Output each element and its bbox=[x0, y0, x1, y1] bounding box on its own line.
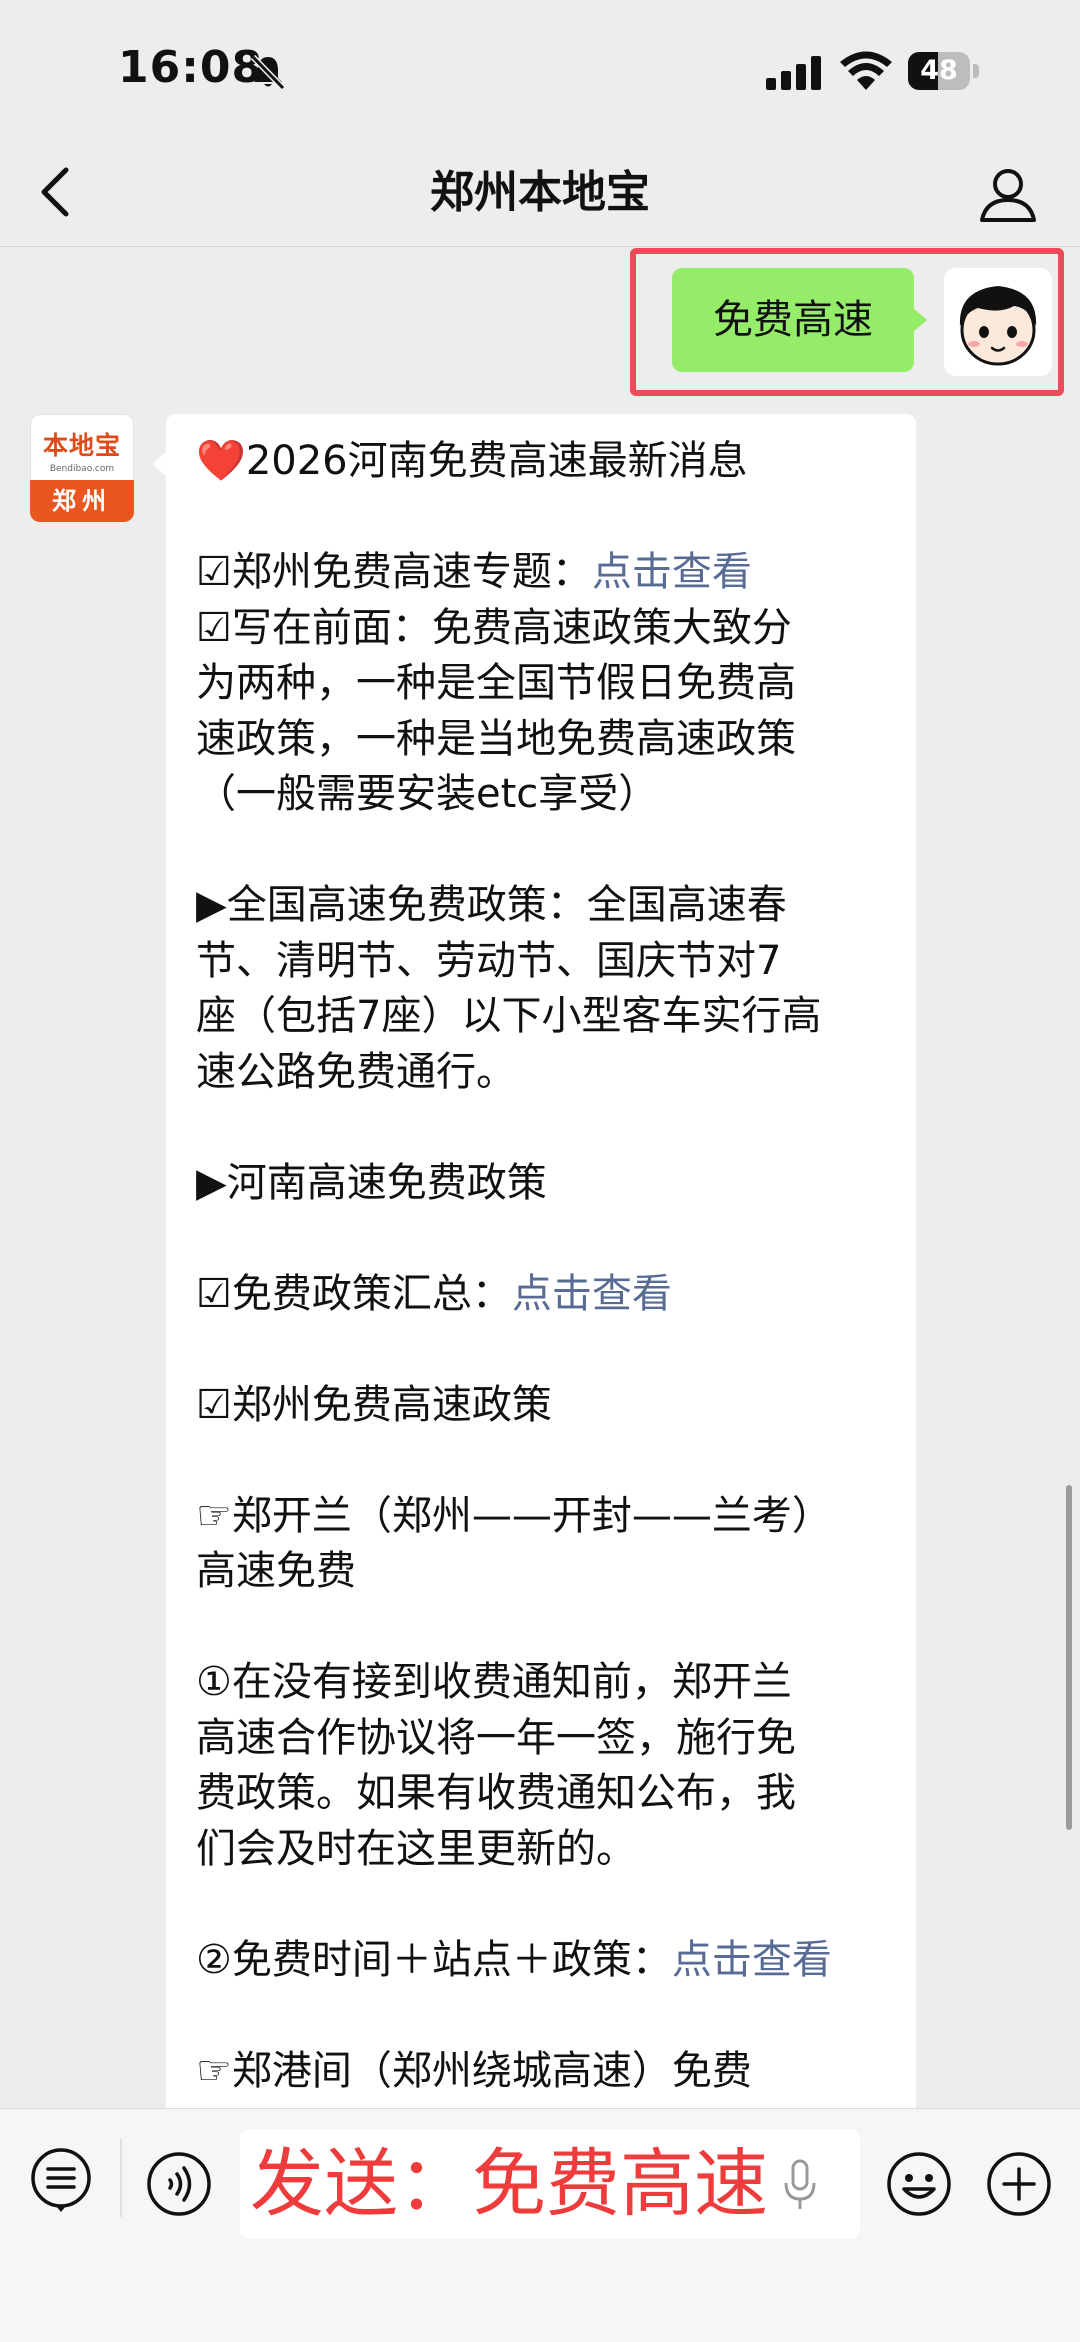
message-line: 速政策，一种是当地免费高速政策 bbox=[196, 712, 896, 768]
status-bar: 16:08 48 bbox=[0, 0, 1080, 140]
message-text-segment: 速公路免费通行。 bbox=[196, 1048, 516, 1095]
chat-title: 郑州本地宝 bbox=[430, 167, 650, 218]
message-line: ②免费时间＋站点＋政策：点击查看 bbox=[196, 1933, 896, 1989]
message-line: ☞郑港间（郑州绕城高速）免费 bbox=[196, 2044, 896, 2100]
message-line: 高速免费 bbox=[196, 1544, 896, 1600]
input-bar: 发送：免费高速 bbox=[0, 2108, 1080, 2342]
menu-list-icon[interactable] bbox=[28, 2147, 94, 2213]
message-text-segment: 高速合作协议将一年一签，施行免 bbox=[196, 1714, 796, 1761]
view-link[interactable]: 点击查看 bbox=[512, 1271, 672, 1317]
bell-muted-icon bbox=[250, 54, 286, 91]
message-line: ①在没有接到收费通知前，郑开兰 bbox=[196, 1655, 896, 1711]
voice-icon[interactable] bbox=[146, 2151, 212, 2217]
wifi-icon bbox=[840, 51, 892, 90]
battery-level: 48 bbox=[920, 55, 958, 86]
message-input[interactable]: 发送：免费高速 bbox=[240, 2129, 860, 2239]
outgoing-bubble-tail bbox=[913, 308, 927, 332]
message-text: ❤️2026河南免费高速最新消息 ☑郑州免费高速专题：点击查看 ☑写在前面：免费高速… bbox=[196, 434, 896, 2099]
message-line: ☑郑州免费高速专题：点击查看 bbox=[196, 545, 896, 601]
message-line: ☑写在前面：免费高速政策大致分 bbox=[196, 601, 896, 657]
view-link[interactable]: 点击查看 bbox=[672, 1937, 832, 1983]
input-overlay-text: 发送：免费高速 bbox=[250, 2141, 768, 2227]
incoming-bubble-tail bbox=[152, 452, 166, 476]
user-avatar[interactable] bbox=[944, 268, 1052, 376]
message-text-segment: ②免费时间＋站点＋政策： bbox=[196, 1936, 672, 1983]
message-text-segment: ☞郑港间（郑州绕城高速）免费 bbox=[196, 2047, 752, 2094]
message-text-segment: 为两种，一种是全国节假日免费高 bbox=[196, 660, 796, 706]
message-text-segment: ▶全国高速免费政策：全国高速春 bbox=[196, 882, 787, 928]
logo-name: 本地宝 bbox=[42, 431, 121, 460]
message-line: 们会及时在这里更新的。 bbox=[196, 1822, 896, 1878]
message-line: 速公路免费通行。 bbox=[196, 1045, 896, 1101]
message-text-segment: ☑郑州免费高速专题： bbox=[196, 549, 592, 595]
outgoing-message-bubble[interactable]: 免费高速 bbox=[672, 268, 914, 372]
status-time: 16:08 bbox=[118, 42, 264, 93]
heart-icon: ❤️ bbox=[196, 438, 246, 484]
message-text-segment: 2026河南免费高速最新消息 bbox=[245, 438, 748, 484]
message-line: ☞郑开兰（郑州——开封——兰考） bbox=[196, 1489, 896, 1545]
message-text-segment: ☑免费政策汇总： bbox=[196, 1270, 512, 1317]
message-text-segment: ☞郑开兰（郑州——开封——兰考） bbox=[196, 1492, 832, 1539]
chat-header: 郑州本地宝 bbox=[0, 140, 1080, 247]
message-text-segment: 费政策。如果有收费通知公布，我 bbox=[196, 1770, 796, 1816]
cellular-signal-icon bbox=[766, 56, 821, 90]
message-line: 为两种，一种是全国节假日免费高 bbox=[196, 656, 896, 712]
sender-avatar[interactable]: 本地宝 Bendibao.com 郑州 bbox=[30, 414, 134, 522]
battery-indicator: 48 bbox=[908, 52, 980, 90]
message-text-segment: （一般需要安装etc享受） bbox=[196, 771, 659, 817]
message-line: ☑郑州免费高速政策 bbox=[196, 1378, 896, 1434]
incoming-message-bubble: ❤️2026河南免费高速最新消息 ☑郑州免费高速专题：点击查看 ☑写在前面：免费高速… bbox=[166, 414, 916, 2134]
message-line: ▶全国高速免费政策：全国高速春 bbox=[196, 878, 896, 934]
message-line: ❤️2026河南免费高速最新消息 bbox=[196, 434, 896, 490]
message-line: ☑免费政策汇总：点击查看 bbox=[196, 1267, 896, 1323]
message-text-segment: 高速免费 bbox=[196, 1548, 356, 1594]
message-line: 高速合作协议将一年一签，施行免 bbox=[196, 1711, 896, 1767]
message-text-segment: ①在没有接到收费通知前，郑开兰 bbox=[196, 1659, 792, 1705]
view-link[interactable]: 点击查看 bbox=[592, 549, 752, 595]
message-line: ▶河南高速免费政策 bbox=[196, 1156, 896, 1212]
divider bbox=[120, 2139, 122, 2217]
logo-city: 郑州 bbox=[30, 480, 134, 522]
scrollbar[interactable] bbox=[1066, 1485, 1072, 1830]
emoji-icon[interactable] bbox=[886, 2151, 952, 2217]
message-line: 座（包括7座）以下小型客车实行高 bbox=[196, 989, 896, 1045]
message-text-segment: ☑写在前面：免费高速政策大致分 bbox=[196, 604, 792, 651]
cartoon-face-icon bbox=[944, 268, 1052, 376]
logo-url: Bendibao.com bbox=[49, 464, 115, 474]
person-icon[interactable] bbox=[976, 162, 1040, 226]
message-line: 节、清明节、劳动节、国庆节对7 bbox=[196, 934, 896, 990]
message-text-segment: 节、清明节、劳动节、国庆节对7 bbox=[196, 937, 782, 984]
message-text-segment: 们会及时在这里更新的。 bbox=[196, 1825, 636, 1872]
message-line: 费政策。如果有收费通知公布，我 bbox=[196, 1766, 896, 1822]
message-text-segment: 速政策，一种是当地免费高速政策 bbox=[196, 715, 796, 762]
message-text-segment: ☑郑州免费高速政策 bbox=[196, 1381, 552, 1428]
plus-icon[interactable] bbox=[986, 2151, 1052, 2217]
mic-icon[interactable] bbox=[780, 2159, 820, 2213]
message-line: （一般需要安装etc享受） bbox=[196, 767, 896, 823]
message-text-segment: ▶河南高速免费政策 bbox=[196, 1159, 547, 1206]
message-text-segment: 座（包括7座）以下小型客车实行高 bbox=[196, 993, 822, 1039]
